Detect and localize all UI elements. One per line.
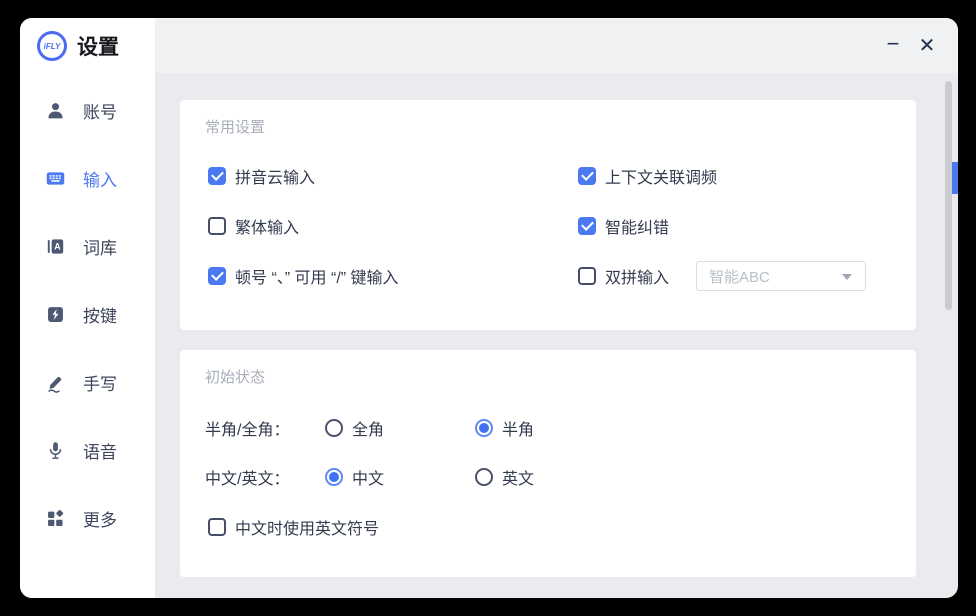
page-title: 设置 bbox=[77, 31, 119, 61]
checkbox-smart-correct[interactable] bbox=[578, 217, 596, 235]
sidebar-item-label: 输入 bbox=[83, 166, 117, 191]
radio-fullwidth[interactable] bbox=[325, 419, 343, 437]
setting-row-shuangpin[interactable]: 双拼输入 智能ABC bbox=[578, 261, 866, 291]
checkbox-traditional[interactable] bbox=[208, 217, 226, 235]
hotkey-icon bbox=[45, 304, 66, 325]
sidebar-item-account[interactable]: 账号 bbox=[20, 92, 155, 128]
setting-row-traditional[interactable]: 繁体输入 bbox=[208, 211, 299, 241]
checkbox-label: 繁体输入 bbox=[235, 214, 299, 238]
checkbox-context-tuning[interactable] bbox=[578, 167, 596, 185]
radio-label: 半角 bbox=[502, 416, 534, 440]
sidebar-item-lexicon[interactable]: A 词库 bbox=[20, 228, 155, 264]
checkbox-english-symbols[interactable] bbox=[208, 518, 226, 536]
checkbox-label: 上下文关联调频 bbox=[605, 164, 717, 188]
checkbox-label: 智能纠错 bbox=[605, 214, 669, 238]
setting-row-english-symbols[interactable]: 中文时使用英文符号 bbox=[208, 512, 379, 542]
ifly-logo-icon: iFLY bbox=[37, 31, 67, 61]
sidebar-item-label: 手写 bbox=[83, 370, 117, 395]
state-row-label: 半角/全角： bbox=[205, 413, 289, 443]
user-icon bbox=[45, 100, 66, 121]
scrollbar-thumb[interactable] bbox=[945, 81, 952, 310]
sidebar-item-input[interactable]: 输入 bbox=[20, 160, 155, 196]
state-row-label: 中文/英文： bbox=[205, 462, 289, 492]
sidebar: iFLY 设置 账号 输入 bbox=[20, 18, 155, 598]
sidebar-item-keys[interactable]: 按键 bbox=[20, 296, 155, 332]
select-value: 智能ABC bbox=[709, 266, 770, 287]
sidebar-item-voice[interactable]: 语音 bbox=[20, 432, 155, 468]
keyboard-icon bbox=[45, 168, 66, 189]
shuangpin-scheme-select[interactable]: 智能ABC bbox=[696, 261, 866, 291]
radio-chinese[interactable] bbox=[325, 468, 343, 486]
sidebar-item-label: 语音 bbox=[83, 438, 117, 463]
checkbox-label: 双拼输入 bbox=[605, 264, 669, 288]
setting-row-dunhao-key[interactable]: 顿号 “、” 可用 “/” 键输入 bbox=[208, 261, 399, 291]
sidebar-item-label: 更多 bbox=[83, 506, 117, 531]
app-brand: iFLY 设置 bbox=[37, 31, 119, 61]
common-settings-card: 常用设置 拼音云输入 上下文关联调频 繁体输入 智能纠错 顿号 “、” 可用 “… bbox=[180, 100, 916, 330]
minimize-button[interactable]: − bbox=[876, 26, 910, 66]
sidebar-item-handwriting[interactable]: 手写 bbox=[20, 364, 155, 400]
setting-row-pinyin-cloud[interactable]: 拼音云输入 bbox=[208, 161, 315, 191]
radio-english[interactable] bbox=[475, 468, 493, 486]
section-title: 常用设置 bbox=[205, 116, 265, 137]
checkbox-dunhao-key[interactable] bbox=[208, 267, 226, 285]
more-grid-icon bbox=[45, 508, 66, 529]
sidebar-item-label: 词库 bbox=[83, 234, 117, 259]
section-title: 初始状态 bbox=[205, 366, 265, 387]
dictionary-icon: A bbox=[45, 236, 66, 257]
radio-label: 中文 bbox=[352, 465, 384, 489]
sidebar-item-more[interactable]: 更多 bbox=[20, 500, 155, 536]
radio-halfwidth[interactable] bbox=[475, 419, 493, 437]
setting-row-smart-correct[interactable]: 智能纠错 bbox=[578, 211, 669, 241]
state-row-width-mode: 半角/全角： 全角 半角 bbox=[205, 413, 895, 443]
setting-row-context-tuning[interactable]: 上下文关联调频 bbox=[578, 161, 717, 191]
sidebar-item-label: 账号 bbox=[83, 98, 117, 123]
state-row-language-mode: 中文/英文： 中文 英文 bbox=[205, 462, 895, 492]
radio-label: 全角 bbox=[352, 416, 384, 440]
settings-window: − ✕ iFLY 设置 账号 bbox=[20, 18, 958, 598]
radio-option-english[interactable]: 英文 bbox=[475, 462, 534, 492]
radio-label: 英文 bbox=[502, 465, 534, 489]
radio-option-chinese[interactable]: 中文 bbox=[325, 462, 384, 492]
checkbox-shuangpin[interactable] bbox=[578, 267, 596, 285]
checkbox-label: 拼音云输入 bbox=[235, 164, 315, 188]
close-button[interactable]: ✕ bbox=[910, 28, 944, 64]
svg-text:A: A bbox=[54, 241, 61, 251]
initial-state-card: 初始状态 半角/全角： 全角 半角 中文/英文： 中文 英文 bbox=[180, 350, 916, 577]
microphone-icon bbox=[45, 440, 66, 461]
checkbox-label: 中文时使用英文符号 bbox=[235, 515, 379, 539]
chevron-down-icon bbox=[842, 274, 852, 280]
window-controls: − ✕ bbox=[876, 18, 944, 73]
titlebar bbox=[155, 18, 958, 73]
active-nav-indicator bbox=[952, 162, 958, 194]
sidebar-item-label: 按键 bbox=[83, 302, 117, 327]
checkbox-label: 顿号 “、” 可用 “/” 键输入 bbox=[235, 264, 399, 288]
checkbox-pinyin-cloud[interactable] bbox=[208, 167, 226, 185]
radio-option-fullwidth[interactable]: 全角 bbox=[325, 413, 384, 443]
handwriting-icon bbox=[45, 372, 66, 393]
radio-option-halfwidth[interactable]: 半角 bbox=[475, 413, 534, 443]
